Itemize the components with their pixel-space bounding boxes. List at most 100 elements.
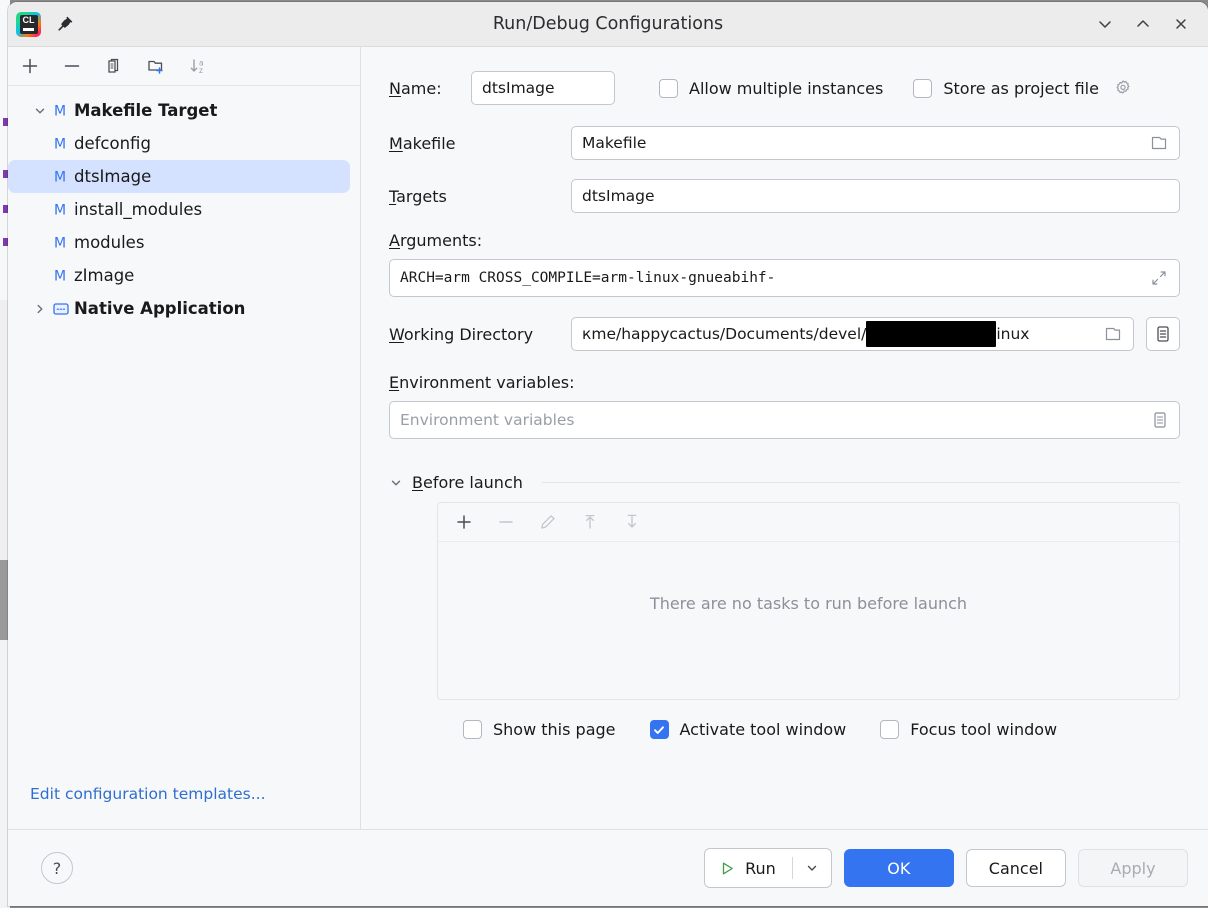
redaction-box (866, 321, 997, 347)
add-configuration-button[interactable] (14, 51, 46, 81)
name-input-value: dtsImage (482, 79, 555, 97)
copy-configuration-button[interactable] (98, 51, 130, 81)
working-directory-input[interactable]: кme/happycactus/Documents/devel/ inux (571, 317, 1134, 351)
tree-item-label: Native Application (74, 299, 246, 318)
dialog-footer: ? Run OK Cancel Apply (8, 830, 1208, 906)
sidebar-toolbar: a z (8, 47, 360, 86)
expand-diagonal-icon[interactable] (1149, 268, 1169, 288)
checkbox-box[interactable] (463, 720, 482, 739)
minimize-button[interactable] (1094, 13, 1116, 35)
section-divider (541, 482, 1180, 483)
store-as-project-file-label: Store as project file (943, 78, 1099, 98)
activate-tool-window-checkbox[interactable]: Activate tool window (649, 720, 846, 739)
targets-input[interactable]: dtsImage (571, 179, 1180, 213)
clion-logo-icon: CL (16, 11, 41, 37)
environment-variables-label: Environment variables: (389, 373, 575, 392)
run-button-group[interactable]: Run (704, 848, 832, 888)
svg-text:M: M (54, 170, 66, 186)
tree-item-label: dtsImage (74, 167, 152, 186)
focus-tool-window-label: Focus tool window (910, 720, 1058, 739)
store-as-project-file-checkbox[interactable]: Store as project file (913, 78, 1133, 98)
name-input[interactable]: dtsImage (471, 71, 615, 105)
working-directory-suffix: inux (996, 325, 1030, 343)
before-launch-empty-text: There are no tasks to run before launch (649, 594, 968, 613)
move-task-down-button (616, 507, 648, 537)
before-launch-title: Before launch (412, 473, 523, 492)
tree-item-modules[interactable]: M modules (8, 226, 350, 259)
svg-text:M: M (54, 203, 66, 219)
chevron-down-icon[interactable] (30, 104, 50, 118)
tree-item-defconfig[interactable]: M defconfig (8, 127, 350, 160)
checkbox-box[interactable] (659, 78, 678, 98)
tree-item-label: Makefile Target (74, 101, 218, 120)
before-launch-tasks-panel: There are no tasks to run before launch (437, 502, 1180, 700)
tree-item-makefile-target[interactable]: M Makefile Target (8, 94, 350, 127)
before-launch-options: Show this page Activate tool window Focu… (389, 720, 1180, 739)
help-button[interactable]: ? (41, 852, 73, 884)
svg-text:M: M (54, 104, 66, 120)
new-folder-button[interactable] (140, 51, 172, 81)
gear-icon[interactable] (1113, 78, 1133, 98)
environment-variables-edit-button[interactable] (1151, 410, 1169, 430)
makefile-icon: M (50, 201, 72, 219)
tree-item-zimage[interactable]: M zImage (8, 259, 350, 292)
sort-configurations-button[interactable]: a z (182, 51, 214, 81)
tree-item-install-modules[interactable]: M install_modules (8, 193, 350, 226)
chevron-down-icon[interactable] (389, 476, 403, 490)
arguments-label: Arguments: (389, 231, 483, 250)
makefile-browse-button[interactable] (1149, 134, 1169, 152)
checkbox-box[interactable] (913, 78, 933, 98)
run-button[interactable]: Run (705, 849, 792, 887)
tree-item-label: zImage (74, 266, 135, 285)
cancel-button[interactable]: Cancel (965, 849, 1066, 887)
ok-button[interactable]: OK (843, 849, 954, 887)
allow-multiple-instances-checkbox[interactable]: Allow multiple instances (659, 78, 883, 98)
chevron-right-icon[interactable] (30, 302, 50, 316)
arguments-input[interactable]: ARCH=arm CROSS_COMPILE=arm-linux-gnueabi… (389, 259, 1180, 297)
makefile-label: Makefile (389, 133, 456, 153)
edit-task-button (532, 507, 564, 537)
add-task-button[interactable] (448, 507, 480, 537)
targets-label: Targets (389, 186, 447, 206)
show-this-page-label: Show this page (493, 720, 616, 739)
pin-icon[interactable] (55, 14, 75, 34)
configurations-tree[interactable]: M Makefile Target M defconfig M dtsImage… (8, 86, 360, 785)
clion-logo-text: CL (22, 14, 35, 25)
configurations-sidebar: a z M Makefile Target M defconfig M dtsI… (8, 47, 361, 829)
makefile-icon: M (50, 135, 72, 153)
run-button-label: Run (745, 858, 776, 878)
arguments-input-value: ARCH=arm CROSS_COMPILE=arm-linux-gnueabi… (400, 270, 776, 286)
name-label: Name: (389, 78, 442, 98)
close-button[interactable] (1170, 13, 1192, 35)
play-icon (719, 860, 736, 877)
focus-tool-window-checkbox[interactable]: Focus tool window (880, 720, 1057, 739)
tree-item-label: modules (74, 233, 145, 252)
makefile-input-value: Makefile (582, 134, 647, 152)
run-debug-configurations-dialog: CL Run/Debug Configurations a z M Makefi… (8, 2, 1208, 906)
dialog-body: a z M Makefile Target M defconfig M dtsI… (8, 47, 1208, 830)
move-task-up-button (574, 507, 606, 537)
makefile-icon: M (50, 102, 72, 120)
checkbox-box[interactable] (880, 720, 900, 739)
makefile-input[interactable]: Makefile (571, 126, 1180, 160)
run-dropdown-button[interactable] (793, 849, 831, 887)
environment-variables-input[interactable]: Environment variables (389, 401, 1180, 439)
svg-text:M: M (54, 269, 66, 285)
show-this-page-checkbox[interactable]: Show this page (463, 720, 616, 739)
maximize-button[interactable] (1132, 13, 1154, 35)
environment-variables-placeholder: Environment variables (400, 411, 575, 429)
before-launch-header[interactable]: Before launch (389, 473, 1180, 492)
working-directory-macro-button[interactable] (1146, 317, 1180, 351)
working-directory-browse-button[interactable] (1095, 325, 1123, 343)
makefile-icon: M (50, 267, 72, 285)
tree-item-native-application[interactable]: Native Application (8, 292, 350, 325)
apply-button: Apply (1078, 849, 1188, 887)
configuration-form: Name: dtsImage Allow multiple instances … (361, 47, 1208, 829)
remove-configuration-button[interactable] (56, 51, 88, 81)
edit-configuration-templates-link[interactable]: Edit configuration templates... (8, 785, 360, 829)
remove-task-button (490, 507, 522, 537)
title-bar: CL Run/Debug Configurations (8, 2, 1208, 47)
tree-item-label: defconfig (74, 134, 151, 153)
checkbox-box[interactable] (649, 720, 669, 739)
tree-item-dtsimage[interactable]: M dtsImage (8, 160, 350, 193)
